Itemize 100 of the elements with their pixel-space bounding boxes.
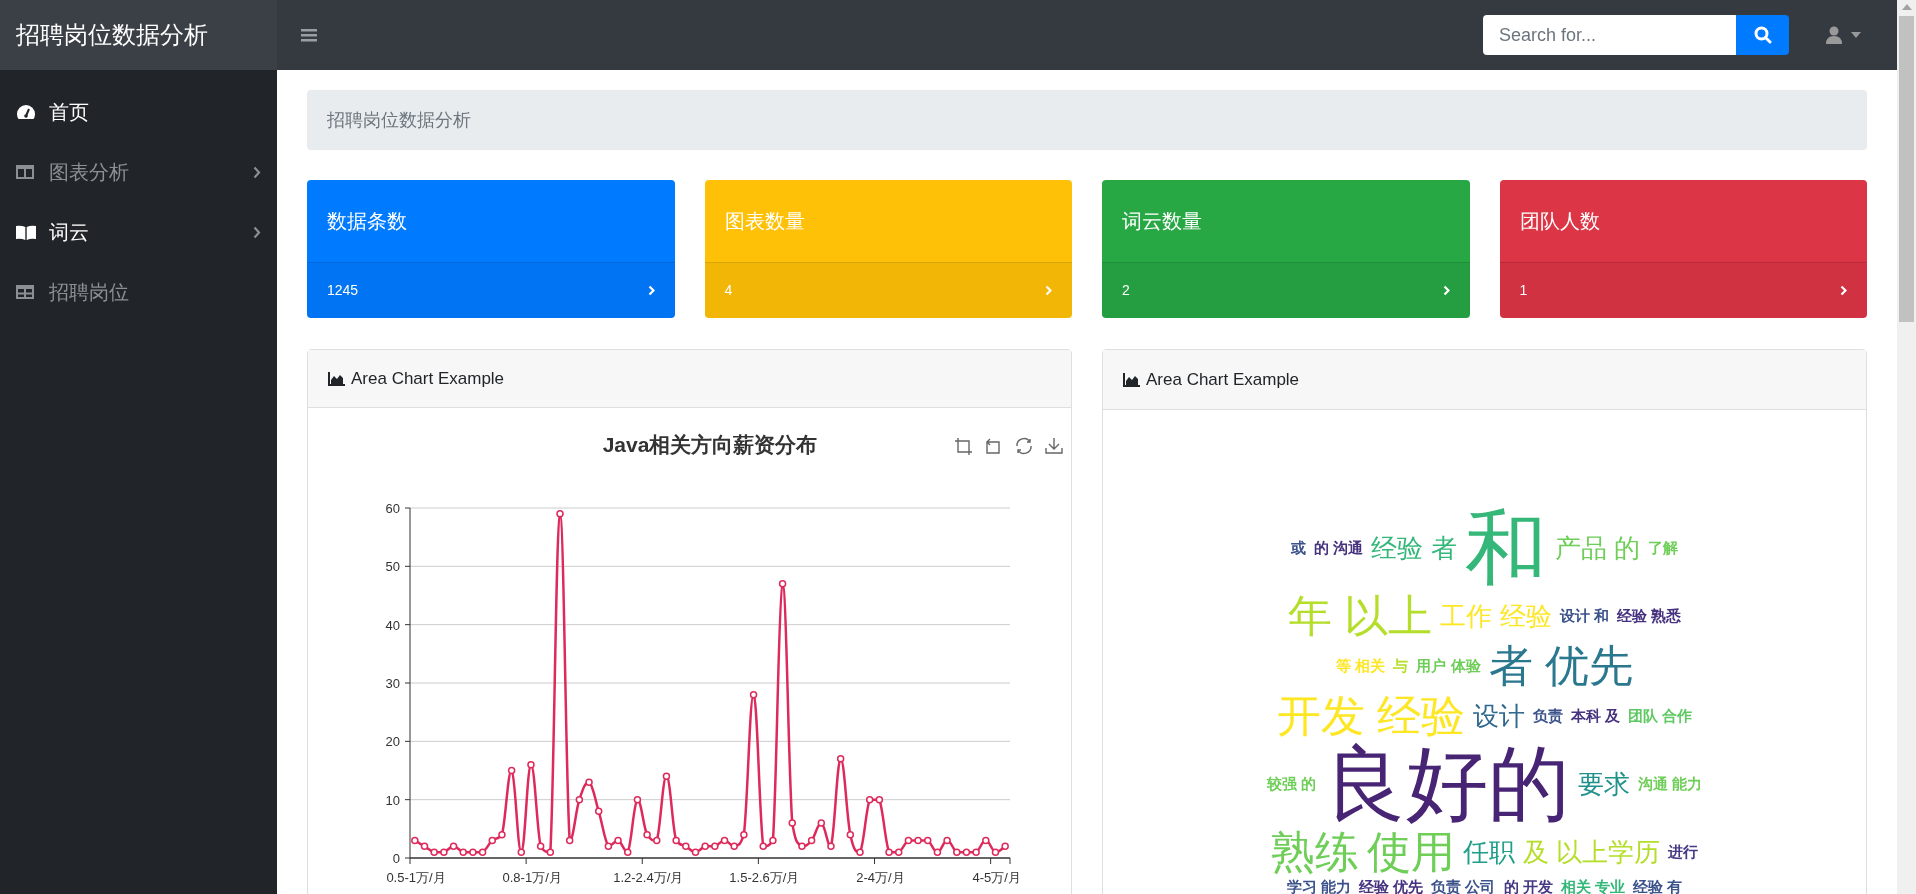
sidebar-item[interactable]: 词云	[0, 202, 277, 262]
data-point[interactable]	[536, 842, 545, 851]
data-point[interactable]	[662, 772, 671, 781]
data-point[interactable]	[875, 795, 884, 804]
data-point[interactable]	[817, 819, 826, 827]
search-button[interactable]	[1736, 15, 1789, 55]
data-point[interactable]	[778, 580, 787, 588]
data-point[interactable]	[711, 842, 719, 851]
data-point[interactable]	[653, 836, 661, 845]
word-cloud-word: 学习 能力	[1287, 878, 1352, 894]
sidebar-item[interactable]: 招聘岗位	[0, 262, 277, 322]
data-point[interactable]	[546, 848, 555, 856]
data-point[interactable]	[904, 836, 913, 845]
data-point[interactable]	[953, 848, 961, 856]
word-cloud-word: 经验 熟悉	[1616, 607, 1681, 625]
data-point[interactable]	[933, 848, 942, 856]
user-icon	[1825, 26, 1843, 44]
data-point[interactable]	[972, 848, 980, 856]
breadcrumb-item[interactable]: 招聘岗位数据分析	[327, 106, 471, 134]
x-axis-label: 0.5-1万/月	[386, 870, 446, 885]
data-point[interactable]	[788, 819, 796, 827]
data-point[interactable]	[798, 842, 806, 851]
data-point[interactable]	[469, 848, 477, 856]
data-point[interactable]	[924, 836, 932, 845]
data-point[interactable]	[498, 830, 506, 839]
word-cloud-word: 较强 的	[1266, 775, 1316, 793]
data-point[interactable]	[856, 848, 864, 856]
card-header-title: Area Chart Example	[351, 367, 505, 390]
data-point[interactable]	[411, 836, 419, 845]
data-point[interactable]	[836, 755, 845, 763]
chart-title: Java相关方向薪资分布	[602, 433, 818, 456]
data-point[interactable]	[556, 510, 564, 518]
data-point[interactable]	[759, 842, 767, 851]
card-footer-link[interactable]: 2	[1102, 262, 1470, 318]
data-point[interactable]	[565, 836, 574, 845]
scrollbar-thumb[interactable]	[1899, 16, 1914, 322]
word-cloud-word: 年 以上	[1288, 592, 1433, 640]
word-cloud-word: 熟练	[1270, 828, 1359, 876]
data-point[interactable]	[740, 830, 748, 839]
card-footer-link[interactable]: 1	[1499, 262, 1867, 318]
word-cloud-word: 经验 者	[1371, 533, 1457, 563]
sidebar-item[interactable]: 首页	[0, 82, 277, 142]
data-point[interactable]	[691, 848, 700, 856]
word-cloud-word: 本科 及	[1570, 707, 1621, 725]
sidebar-item[interactable]: 图表分析	[0, 142, 277, 202]
search-input[interactable]: Search for...	[1483, 15, 1736, 55]
data-point[interactable]	[420, 842, 429, 851]
data-point[interactable]	[827, 842, 835, 851]
data-point[interactable]	[478, 848, 487, 856]
data-point[interactable]	[517, 848, 526, 856]
data-point[interactable]	[507, 766, 516, 775]
data-point[interactable]	[846, 830, 855, 839]
download-icon[interactable]	[1045, 437, 1063, 454]
data-point[interactable]	[1001, 842, 1009, 851]
data-point[interactable]	[624, 848, 632, 856]
data-point[interactable]	[594, 807, 603, 816]
data-point[interactable]	[604, 842, 613, 851]
x-axis-label: 1.2-2.4万/月	[613, 870, 684, 885]
data-point[interactable]	[440, 848, 448, 856]
word-cloud-word: 和	[1464, 506, 1547, 590]
data-point[interactable]	[730, 842, 738, 851]
data-point[interactable]	[459, 848, 467, 856]
y-axis-label: 0	[392, 851, 400, 866]
data-point[interactable]	[575, 795, 584, 804]
data-point[interactable]	[672, 836, 680, 845]
data-point[interactable]	[701, 842, 709, 851]
data-point[interactable]	[430, 848, 438, 856]
data-point[interactable]	[720, 836, 729, 845]
x-axis-label: 0.8-1万/月	[502, 870, 562, 885]
data-point[interactable]	[943, 836, 951, 845]
data-point[interactable]	[749, 690, 758, 699]
card-footer-link[interactable]: 1245	[307, 262, 675, 318]
data-point[interactable]	[982, 836, 990, 845]
data-point[interactable]	[769, 836, 777, 845]
card-title: 图表数量	[724, 209, 805, 234]
data-point[interactable]	[807, 836, 816, 845]
word-cloud-word: 良好的	[1324, 742, 1570, 826]
data-point[interactable]	[585, 778, 593, 786]
data-point[interactable]	[633, 795, 642, 804]
data-point[interactable]	[914, 836, 922, 845]
zoom-reset-icon[interactable]	[986, 438, 1000, 454]
data-point[interactable]	[962, 848, 971, 856]
chevron-right-icon	[647, 285, 655, 296]
data-point[interactable]	[894, 848, 903, 856]
data-point[interactable]	[885, 848, 893, 856]
data-point[interactable]	[643, 830, 651, 839]
data-point[interactable]	[991, 848, 1000, 856]
data-point[interactable]	[865, 795, 874, 804]
data-point[interactable]	[488, 836, 496, 845]
scrollbar[interactable]	[1897, 0, 1916, 894]
data-point[interactable]	[527, 760, 535, 769]
data-point[interactable]	[614, 836, 622, 845]
refresh-icon[interactable]	[1016, 437, 1032, 455]
y-axis-label: 10	[385, 792, 400, 808]
card-title: 团队人数	[1519, 209, 1600, 234]
data-point[interactable]	[682, 842, 690, 851]
data-point[interactable]	[449, 842, 458, 851]
user-menu[interactable]	[1825, 26, 1861, 44]
word-cloud-word: 与	[1393, 657, 1409, 675]
zoom-icon[interactable]	[954, 437, 973, 456]
